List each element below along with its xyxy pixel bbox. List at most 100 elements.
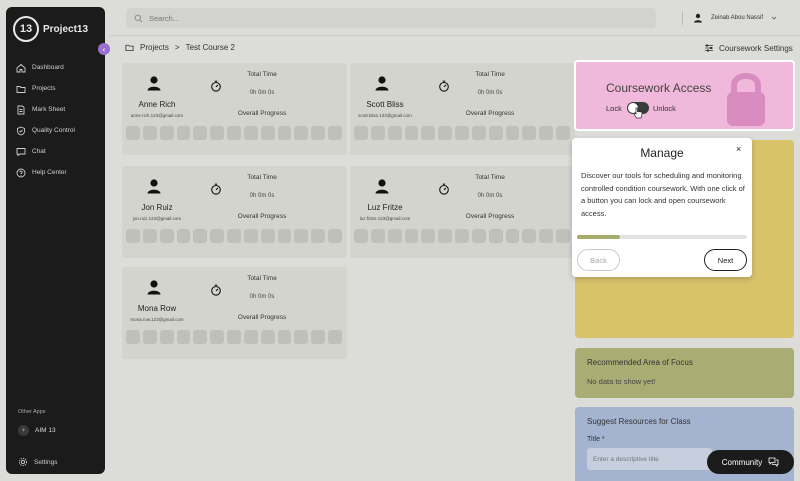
card-decoration xyxy=(126,229,342,253)
help-icon xyxy=(16,168,26,177)
aim-app-link[interactable]: + AIM 13 xyxy=(18,425,56,436)
sidebar-item-label: Dashboard xyxy=(32,64,64,71)
sidebar: 13 Project13 ‹ Dashboard Projects Mark S… xyxy=(6,7,110,474)
student-card[interactable]: Mona Row mona.row.123@gmail.com Total Ti… xyxy=(122,267,347,359)
logo-mark: 13 xyxy=(13,16,39,42)
sidebar-item-chat[interactable]: Chat xyxy=(16,141,104,162)
coursework-settings-label: Coursework Settings xyxy=(719,43,793,53)
student-name: Scott Bliss xyxy=(366,100,404,109)
student-email: luz.fritze.123@gmail.com xyxy=(359,216,411,221)
back-button[interactable]: Back xyxy=(577,249,620,271)
student-card[interactable]: Scott Bliss scott.bliss.123@gmail.com To… xyxy=(350,63,575,155)
user-menu[interactable]: Zeinab Abou Nassif xyxy=(682,11,777,25)
student-name: Jon Ruiz xyxy=(141,203,173,212)
sidebar-item-label: Projects xyxy=(32,85,56,92)
manage-tour-popup: Manage × Discover our tools for scheduli… xyxy=(572,138,752,277)
overall-progress-label: Overall Progress xyxy=(237,110,287,117)
other-apps-label: Other Apps xyxy=(18,409,46,415)
tour-progress-fill xyxy=(577,235,620,239)
overall-progress-label: Overall Progress xyxy=(237,314,287,321)
recommended-focus-panel: Recommended Area of Focus No data to sho… xyxy=(575,348,794,398)
sidebar-item-label: Quality Control xyxy=(32,127,75,134)
student-name: Luz Fritze xyxy=(367,203,403,212)
community-button[interactable]: Community xyxy=(707,450,794,474)
home-icon xyxy=(16,63,26,72)
student-name: Mona Row xyxy=(137,304,177,313)
sidebar-item-mark-sheet[interactable]: Mark Sheet xyxy=(16,99,104,120)
app-name: Project13 xyxy=(43,23,89,35)
sidebar-item-projects[interactable]: Projects xyxy=(16,78,104,99)
student-email: scott.bliss.123@gmail.com xyxy=(358,113,412,118)
sidebar-item-quality-control[interactable]: Quality Control xyxy=(16,120,104,141)
sidebar-item-label: Mark Sheet xyxy=(32,106,66,113)
total-time-value: 0h 0m 0s xyxy=(477,193,503,199)
breadcrumb: Projects > Test Course 2 xyxy=(125,43,235,52)
search-box[interactable] xyxy=(126,8,656,28)
student-card[interactable]: Anne Rich anne.rich.123@gmail.com Total … xyxy=(122,63,347,155)
lock-icon xyxy=(727,73,765,126)
next-button[interactable]: Next xyxy=(704,249,747,271)
person-icon xyxy=(375,179,389,194)
sliders-icon xyxy=(705,44,713,52)
aim-label: AIM 13 xyxy=(35,427,56,434)
breadcrumb-projects[interactable]: Projects xyxy=(140,43,169,52)
total-time-label: Total Time xyxy=(247,174,277,181)
student-card[interactable]: Luz Fritze luz.fritze.123@gmail.com Tota… xyxy=(350,166,575,258)
student-email: mona.row.123@gmail.com xyxy=(130,317,184,322)
folder-icon xyxy=(125,44,134,52)
total-time-value: 0h 0m 0s xyxy=(249,294,275,300)
close-icon[interactable]: × xyxy=(736,144,741,154)
student-name: Anne Rich xyxy=(138,100,176,109)
stopwatch-icon xyxy=(211,80,221,92)
user-icon xyxy=(694,13,702,23)
settings-label: Settings xyxy=(34,458,58,466)
total-time-label: Total Time xyxy=(475,174,505,181)
pointer-cursor-icon xyxy=(633,107,643,119)
total-time-value: 0h 0m 0s xyxy=(249,193,275,199)
gear-icon xyxy=(18,457,28,467)
total-time-value: 0h 0m 0s xyxy=(477,90,503,96)
person-icon xyxy=(147,179,161,194)
unlock-label: Unlock xyxy=(653,104,676,113)
search-input[interactable] xyxy=(149,13,349,23)
student-card[interactable]: Jon Ruiz jon.ruiz.123@gmail.com Total Ti… xyxy=(122,166,347,258)
breadcrumb-current: Test Course 2 xyxy=(185,43,235,52)
sidebar-nav: Dashboard Projects Mark Sheet Quality Co… xyxy=(16,57,104,183)
student-email: anne.rich.123@gmail.com xyxy=(130,113,184,118)
overall-progress-label: Overall Progress xyxy=(237,213,287,220)
stopwatch-icon xyxy=(211,183,221,195)
stopwatch-icon xyxy=(439,183,449,195)
stopwatch-icon xyxy=(211,284,221,296)
document-icon xyxy=(17,105,25,114)
card-decoration xyxy=(354,126,570,150)
person-icon xyxy=(147,76,161,91)
app-logo[interactable]: 13 Project13 xyxy=(13,16,88,42)
total-time-label: Total Time xyxy=(247,275,277,282)
sidebar-item-label: Chat xyxy=(32,148,46,155)
recommended-focus-title: Recommended Area of Focus xyxy=(587,358,693,367)
coursework-settings-button[interactable]: Coursework Settings xyxy=(704,43,793,53)
breadcrumb-separator: > xyxy=(174,43,180,52)
total-time-label: Total Time xyxy=(475,71,505,78)
resource-title-input[interactable] xyxy=(587,448,712,470)
sidebar-item-help-center[interactable]: Help Center xyxy=(16,162,104,183)
search-icon xyxy=(134,14,143,22)
suggest-resources-title: Suggest Resources for Class xyxy=(587,417,691,426)
community-label: Community xyxy=(721,457,763,467)
total-time-value: 0h 0m 0s xyxy=(249,90,275,96)
chat-icon xyxy=(16,147,26,156)
person-icon xyxy=(147,280,161,295)
stopwatch-icon xyxy=(439,80,449,92)
sidebar-collapse-button[interactable]: ‹ xyxy=(98,43,110,55)
sidebar-settings[interactable]: Settings xyxy=(18,457,58,467)
chevron-down-icon xyxy=(771,16,777,20)
top-bar: Zeinab Abou Nassif xyxy=(110,0,800,36)
card-decoration xyxy=(354,229,570,253)
overall-progress-label: Overall Progress xyxy=(465,213,515,220)
coursework-access-panel: Coursework Access Lock Unlock xyxy=(574,60,795,131)
sidebar-item-dashboard[interactable]: Dashboard xyxy=(16,57,104,78)
chat-bubbles-icon xyxy=(768,457,779,467)
manage-title: Manage xyxy=(640,146,684,160)
folder-icon xyxy=(16,85,26,93)
total-time-label: Total Time xyxy=(247,71,277,78)
